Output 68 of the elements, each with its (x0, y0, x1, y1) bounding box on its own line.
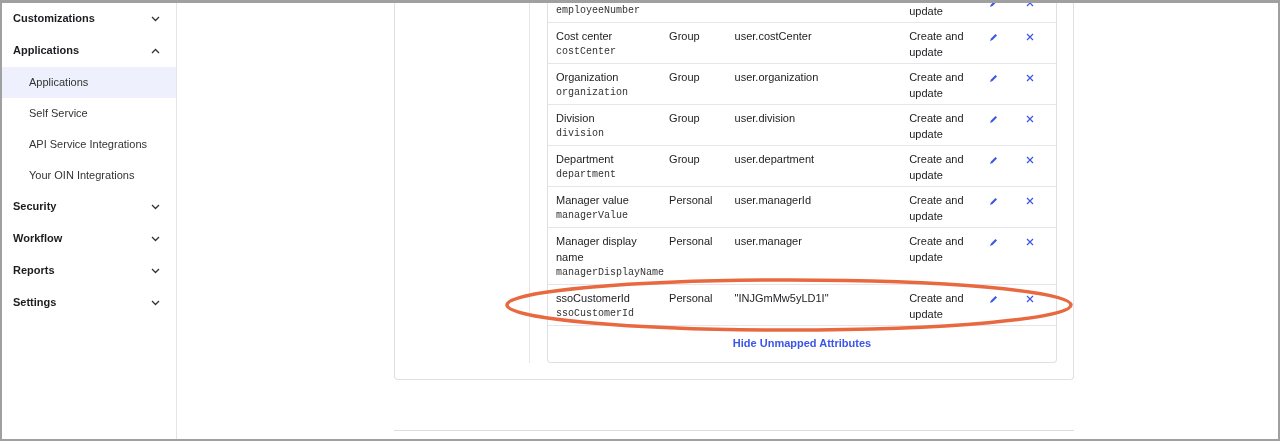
attribute-name: Manager value (556, 193, 630, 208)
pencil-icon[interactable] (988, 115, 998, 124)
sidebar-group[interactable]: Security (2, 190, 176, 223)
variable-name: costCenter (556, 45, 617, 59)
attribute-type: Personal (669, 235, 713, 247)
attribute-type: Group (669, 112, 700, 124)
sidebar-item[interactable]: API Service Integrations (2, 129, 176, 160)
variable-name: managerDisplayName (556, 266, 666, 280)
mapping-value: user.manager (734, 235, 802, 247)
attribute-type: Personal (669, 194, 713, 206)
attribute-name: Department (556, 152, 615, 167)
mapping-value: user.division (734, 112, 796, 124)
variable-name: organization (556, 86, 629, 100)
apply-on-text: Create and update (909, 29, 965, 60)
sidebar-group[interactable]: Reports (2, 254, 176, 287)
attribute-name: Organization (556, 70, 620, 85)
close-icon[interactable] (1026, 238, 1035, 246)
variable-name: managerValue (556, 209, 629, 223)
pencil-icon[interactable] (988, 238, 998, 247)
hide-attributes-link[interactable]: Hide Unmapped Attributes (732, 337, 872, 349)
attribute-type: Group (669, 71, 700, 83)
mapping-value: user.managerId (734, 194, 811, 206)
sidebar-item[interactable]: Self Service (2, 98, 176, 129)
chevron-down-icon[interactable] (151, 15, 160, 22)
pencil-icon[interactable] (988, 33, 998, 42)
attribute-name: ssoCustomerId (556, 291, 631, 306)
chevron-down-icon[interactable] (151, 235, 160, 242)
mapping-value: user.department (734, 153, 815, 165)
variable-name: employeeNumber (556, 4, 641, 18)
variable-name: department (556, 168, 617, 182)
apply-on-text: Create and update (909, 111, 965, 142)
close-icon[interactable] (1026, 115, 1035, 123)
apply-on-text: Create and update (909, 70, 965, 101)
pencil-icon[interactable] (988, 74, 998, 83)
attribute-name: Division (556, 111, 596, 126)
apply-on-text: Create and update (909, 193, 965, 224)
apply-on-text: Create and update (909, 234, 965, 265)
sidebar-group[interactable]: Customizations (2, 3, 176, 35)
mapping-value: user.organization (734, 71, 819, 83)
close-icon[interactable] (1026, 33, 1035, 41)
close-icon[interactable] (1026, 295, 1035, 303)
sidebar-item[interactable]: Your OIN Integrations (2, 160, 176, 191)
pencil-icon[interactable] (988, 295, 998, 304)
attribute-type: Group (669, 30, 700, 42)
variable-name: ssoCustomerId (556, 307, 635, 321)
close-icon[interactable] (1026, 197, 1035, 205)
apply-on-text: Create and update (909, 152, 965, 183)
pencil-icon[interactable] (988, 156, 998, 165)
chevron-down-icon[interactable] (151, 267, 160, 274)
mapping-value: user.costCenter (734, 30, 812, 42)
chevron-up-icon[interactable] (151, 47, 160, 54)
sidebar-group[interactable]: Applications (2, 34, 176, 67)
attribute-type: Personal (669, 292, 713, 304)
mapping-value: "INJGmMw5yLD1I" (734, 292, 829, 304)
apply-on-text: update (909, 4, 944, 19)
chevron-down-icon[interactable] (151, 203, 160, 210)
apply-on-text: Create and update (909, 291, 965, 322)
close-icon[interactable] (1026, 74, 1035, 82)
sidebar-group[interactable]: Workflow (2, 222, 176, 255)
close-icon[interactable] (1026, 156, 1035, 164)
sidebar-item[interactable]: Applications (2, 67, 176, 98)
attribute-name: Cost center (556, 29, 614, 44)
variable-name: division (556, 127, 605, 141)
chevron-down-icon[interactable] (151, 299, 160, 306)
sidebar-group[interactable]: Settings (2, 286, 176, 319)
attribute-name: Manager display name (556, 234, 638, 265)
pencil-icon[interactable] (988, 197, 998, 206)
attribute-type: Group (669, 153, 700, 165)
